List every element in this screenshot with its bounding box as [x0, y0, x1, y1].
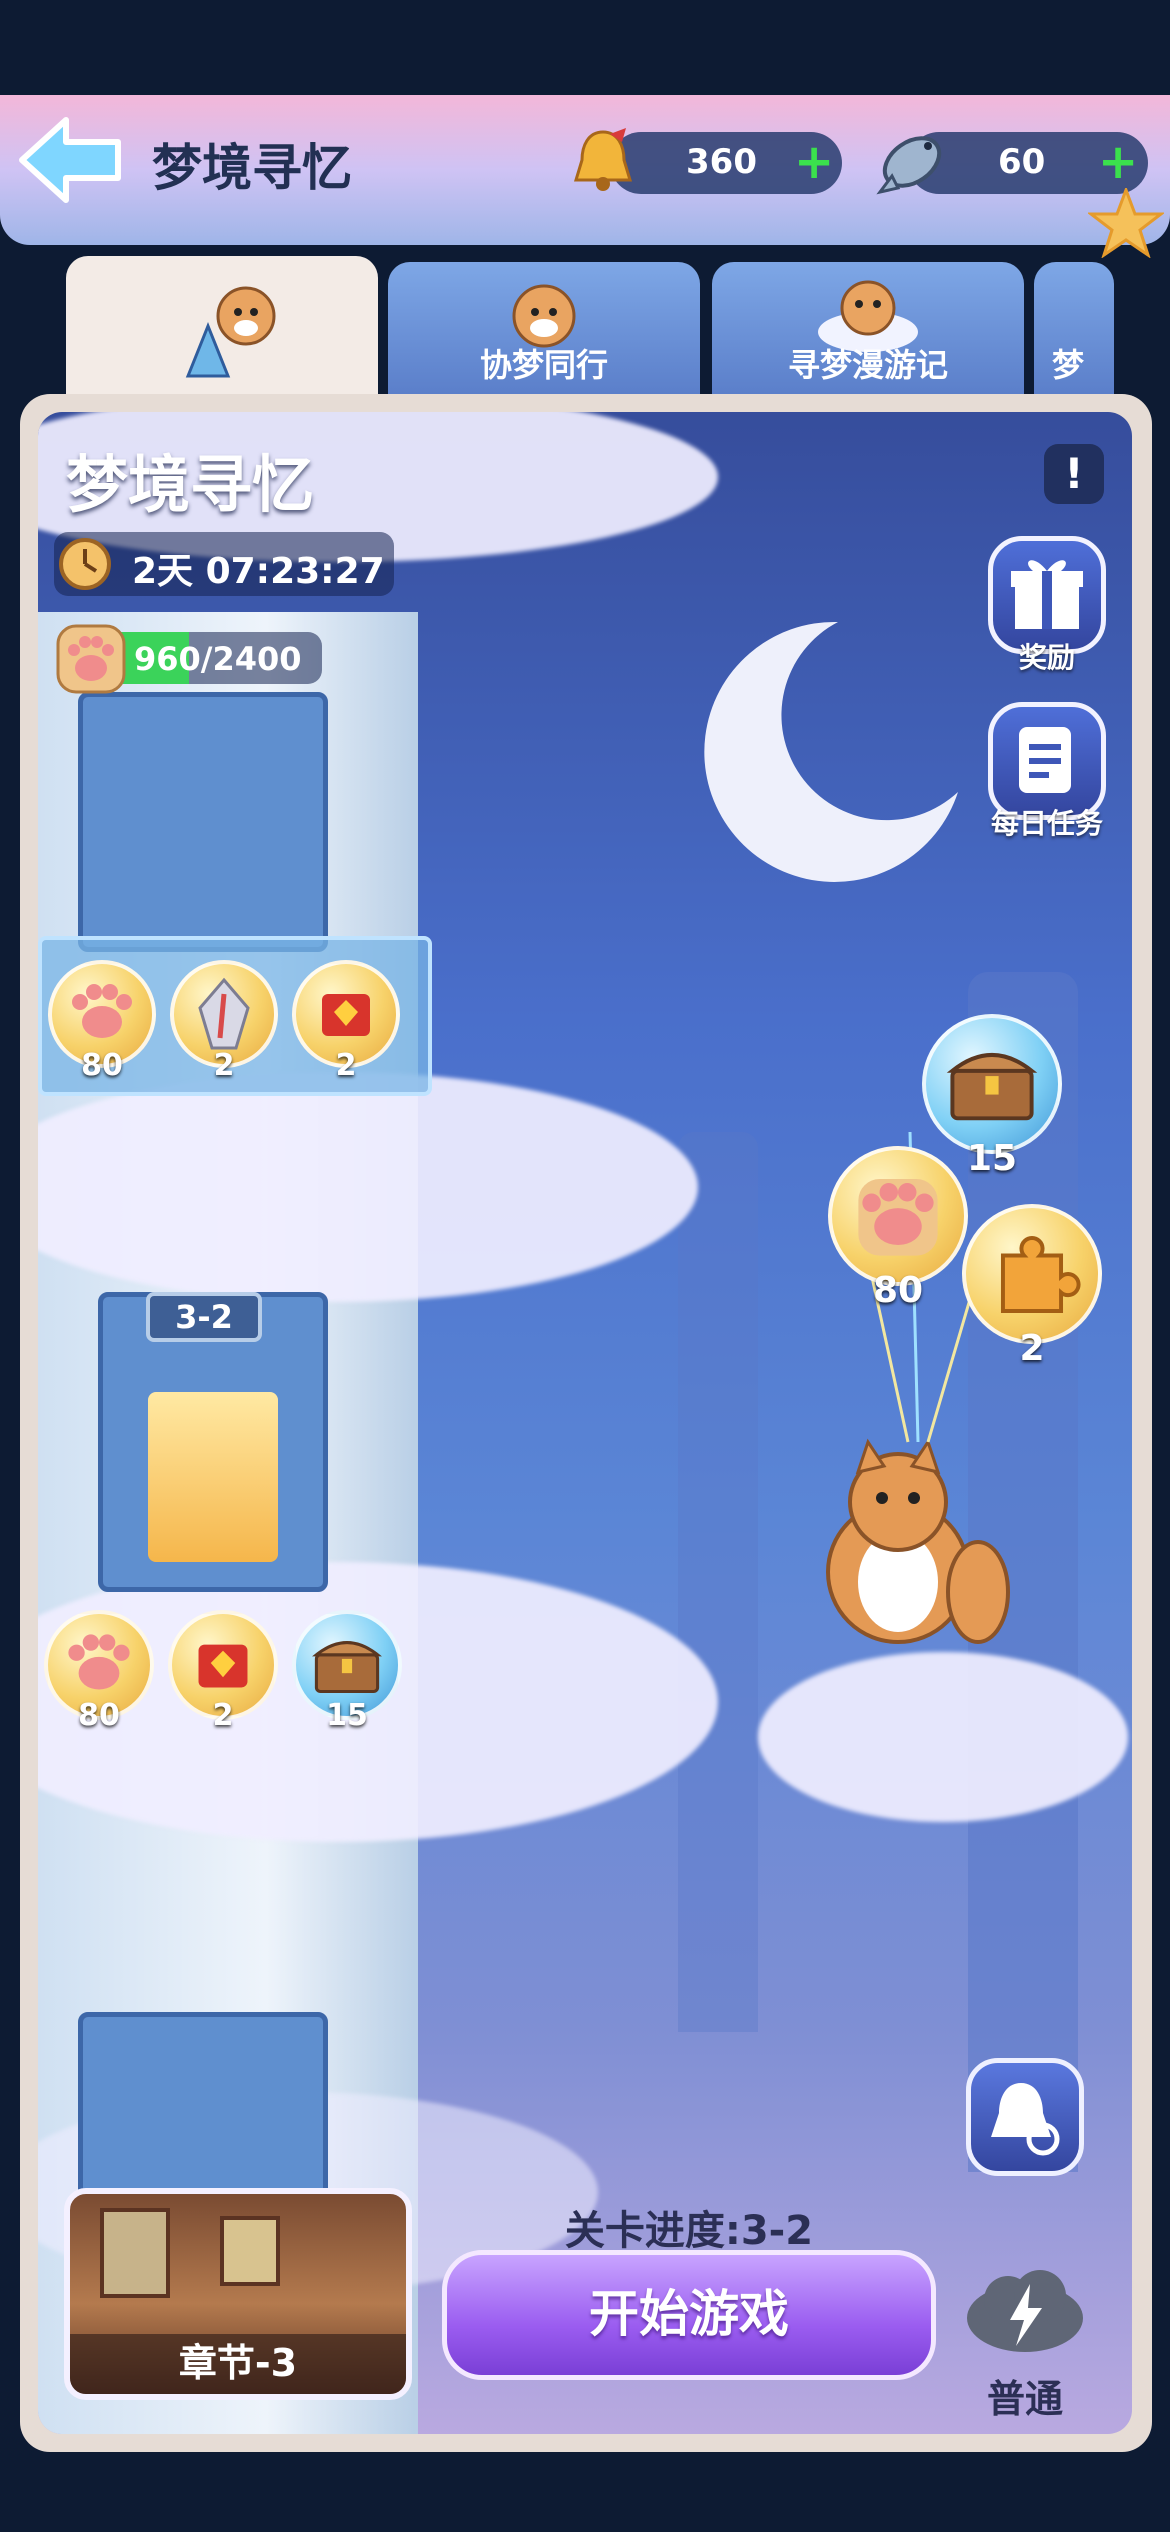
header-title: 梦境寻忆 — [152, 139, 352, 197]
cat-character-icon — [826, 1438, 1010, 1644]
bottom-bar — [0, 2452, 1170, 2532]
bell-swap-icon — [991, 2083, 1060, 2156]
balloon-count: 80 — [872, 1270, 924, 1311]
info-button[interactable]: ! — [1044, 444, 1104, 504]
event-timer-text: 2天 07:23:27 — [132, 551, 385, 592]
bell-currency-value: 360 — [686, 142, 757, 182]
back-button[interactable] — [14, 112, 126, 208]
event-timer: 2天 07:23:27 — [54, 532, 394, 596]
chapter-window — [220, 2216, 280, 2286]
paw-balloon[interactable] — [828, 1146, 968, 1286]
reward-count: 2 — [335, 1048, 357, 1083]
level-progress-label: 关卡进度:3-2 — [564, 2208, 814, 2254]
puzzle-piece-icon — [1000, 1236, 1081, 1313]
cloud-lightning-icon — [967, 2270, 1083, 2352]
balloon-count: 2 — [1019, 1328, 1045, 1369]
hamster-rocket-icon — [185, 286, 276, 378]
difficulty-label: 普通 — [986, 2377, 1063, 2421]
clock-icon — [59, 538, 111, 590]
event-progress-bar: 960/2400 — [100, 632, 322, 684]
star-icon — [1086, 185, 1166, 259]
status-bar — [0, 0, 1170, 95]
event-progress-text: 960/2400 — [134, 640, 302, 678]
bell-swap-button[interactable] — [966, 2058, 1084, 2176]
reward-count: 2 — [213, 1048, 235, 1083]
cloud — [38, 1072, 698, 1302]
paw-icon — [54, 622, 128, 696]
lit-window — [148, 1392, 278, 1562]
tab-more[interactable]: 梦 — [1034, 262, 1114, 394]
treasure-chest-icon — [946, 1052, 1038, 1121]
tab-dream-memory[interactable] — [66, 256, 378, 396]
chapter-window — [100, 2208, 170, 2298]
tab-more-label: 梦 — [1052, 346, 1085, 384]
cloud — [758, 1652, 1128, 1822]
tab-dream-companion[interactable]: 协梦同行 — [388, 262, 700, 394]
start-game-button[interactable]: 开始游戏 — [442, 2250, 936, 2380]
fish-icon — [868, 122, 954, 204]
tab-dream-journey-label: 寻梦漫游记 — [787, 346, 948, 384]
fish-currency-value: 60 — [998, 142, 1046, 182]
add-bell-button[interactable]: + — [794, 138, 834, 186]
rewards-label: 奖励 — [1018, 641, 1075, 674]
back-arrow-icon — [19, 117, 121, 203]
chest-balloon[interactable] — [922, 1014, 1062, 1154]
difficulty-button[interactable] — [962, 2262, 1088, 2362]
bell-currency: 360 + — [610, 132, 842, 194]
chapter-card[interactable]: 章节-3 — [64, 2188, 412, 2400]
reward-count: 80 — [81, 1048, 123, 1083]
puzzle-balloon[interactable] — [962, 1204, 1102, 1344]
daily-tasks-label: 每日任务 — [990, 807, 1103, 840]
upper-building — [78, 692, 328, 952]
reward-count: 2 — [212, 1698, 234, 1733]
task-list-icon — [1019, 727, 1071, 793]
tab-dream-journey[interactable]: 寻梦漫游记 — [712, 262, 1024, 394]
paw-icon — [858, 1179, 938, 1256]
gift-icon — [1011, 560, 1083, 629]
reward-count: 15 — [326, 1698, 368, 1733]
add-fish-button[interactable]: + — [1098, 138, 1138, 186]
chapter-label: 章节-3 — [70, 2334, 406, 2394]
background-tower — [678, 1132, 758, 2032]
level-badge: 3-2 — [146, 1292, 262, 1342]
event-title: 梦境寻忆 — [66, 448, 315, 521]
bell-icon — [566, 124, 640, 198]
moon-icon — [704, 621, 958, 882]
tab-dream-companion-label: 协梦同行 — [479, 346, 608, 384]
reward-count: 80 — [78, 1698, 120, 1733]
